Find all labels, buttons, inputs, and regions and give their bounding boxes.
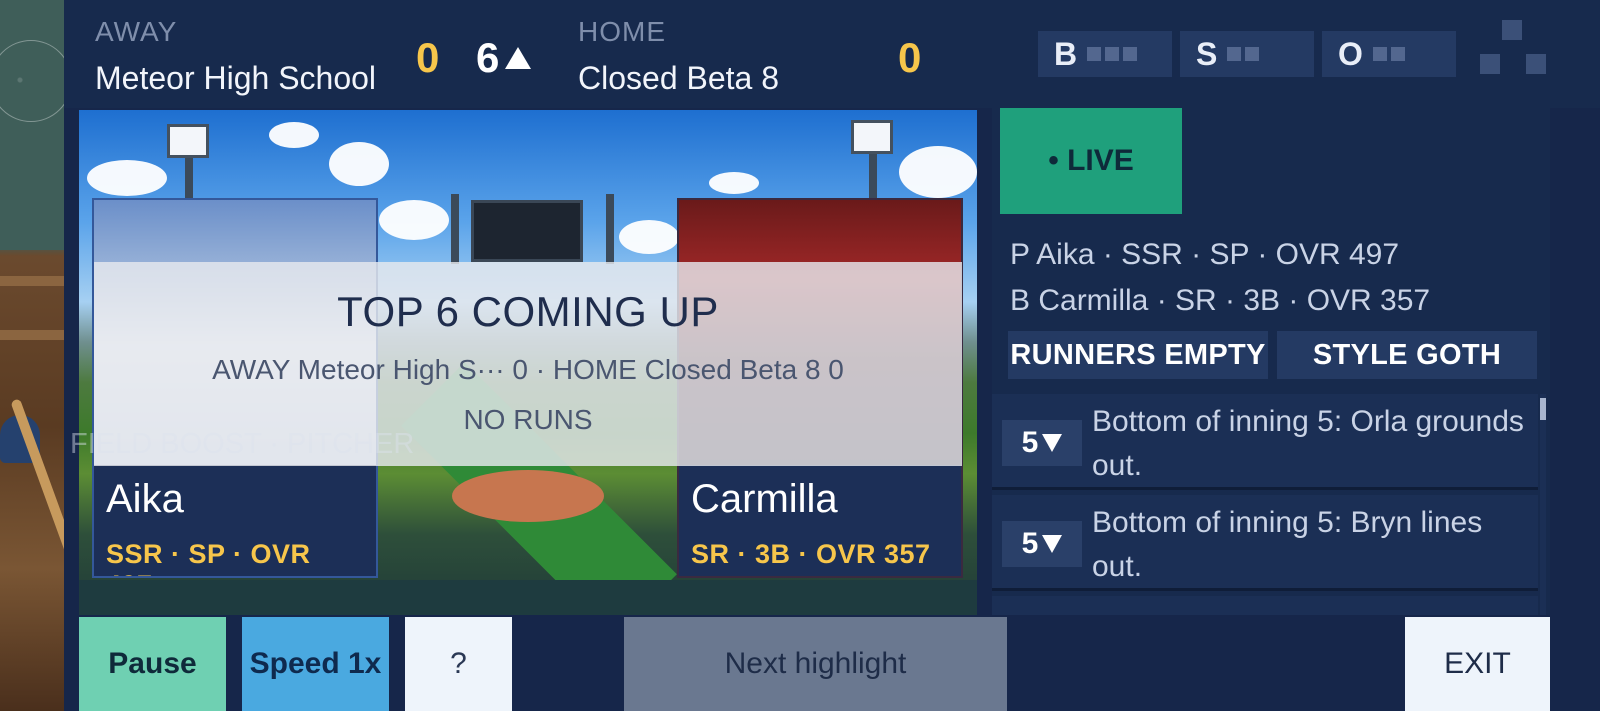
strike-pip bbox=[1227, 47, 1242, 61]
stadium-scoreboard bbox=[471, 200, 583, 262]
log-entry bbox=[992, 596, 1538, 615]
home-card-info: Carmilla SR · 3B · OVR 357 bbox=[679, 465, 961, 576]
shelf bbox=[0, 276, 64, 286]
cloud bbox=[269, 122, 319, 148]
log-text: Bottom of inning 5: Orla grounds out. bbox=[1092, 405, 1524, 482]
third-base-icon bbox=[1480, 54, 1500, 74]
play-log[interactable]: 5 Bottom of inning 5: Orla grounds out. … bbox=[992, 394, 1540, 615]
home-player-stats: SR · 3B · OVR 357 bbox=[691, 539, 931, 569]
game-screen: AWAY Meteor High School 0 6 HOME Closed … bbox=[64, 0, 1600, 711]
background-room-edge bbox=[0, 0, 64, 711]
chalkboard-image bbox=[0, 0, 64, 250]
outs-pips bbox=[1372, 47, 1405, 61]
away-card-info: Aika SSR · SP · OVR 497 bbox=[94, 465, 376, 576]
out-pip bbox=[1372, 47, 1387, 61]
stadium-stage: Aika SSR · SP · OVR 497 Carmilla SR · 3B… bbox=[79, 110, 977, 615]
cloud bbox=[87, 160, 167, 196]
log-entry: 5 Bottom of inning 5: Bryn lines out. bbox=[992, 495, 1538, 591]
outs-count: O bbox=[1322, 31, 1456, 77]
shelf bbox=[0, 330, 64, 340]
stadium-light bbox=[851, 120, 893, 154]
cloud bbox=[619, 220, 679, 254]
exit-button[interactable]: EXIT bbox=[1405, 617, 1550, 711]
ball-pip bbox=[1123, 47, 1138, 61]
strikes-pips bbox=[1227, 47, 1260, 61]
cloud bbox=[899, 146, 977, 198]
stadium-light bbox=[167, 124, 209, 158]
away-score: 0 bbox=[416, 34, 440, 81]
first-base-icon bbox=[1526, 54, 1546, 74]
away-team-name: Meteor High School bbox=[95, 60, 377, 96]
log-inning-badge: 5 bbox=[1002, 420, 1082, 466]
cloud bbox=[379, 200, 449, 240]
overlay-title: TOP 6 COMING UP bbox=[337, 288, 719, 335]
strikes-count: S bbox=[1180, 31, 1314, 77]
speed-button[interactable]: Speed 1x bbox=[242, 617, 389, 711]
field-boost-label: FIELD BOOST · PITCHER bbox=[70, 428, 415, 460]
next-highlight-button[interactable]: Next highlight bbox=[624, 617, 1007, 711]
second-base-icon bbox=[1502, 20, 1522, 40]
log-inning-badge: 5 bbox=[1002, 521, 1082, 567]
ball-pip bbox=[1105, 47, 1120, 61]
log-inning-number: 5 bbox=[1021, 527, 1039, 560]
batter-line: B Carmilla · SR · 3B · OVR 357 bbox=[1010, 284, 1431, 317]
balls-count: B bbox=[1038, 31, 1172, 77]
bottom-inning-arrow-icon bbox=[1042, 535, 1063, 553]
scrollbar-thumb[interactable] bbox=[1540, 398, 1546, 420]
help-button[interactable]: ? bbox=[405, 617, 512, 711]
log-text: Bottom of inning 5: Bryn lines out. bbox=[1092, 506, 1483, 583]
stands bbox=[79, 580, 977, 615]
home-player-name: Carmilla bbox=[691, 477, 838, 521]
scoreboard-header: AWAY Meteor High School 0 6 HOME Closed … bbox=[64, 0, 1600, 108]
inning-indicator: 6 bbox=[476, 34, 532, 82]
away-player-stats: SSR · SP · OVR 497 bbox=[106, 539, 311, 576]
cloud bbox=[709, 172, 759, 194]
live-panel: • LIVE P Aika · SSR · SP · OVR 497 B Car… bbox=[992, 108, 1550, 615]
runners-tag: RUNNERS EMPTY bbox=[1008, 331, 1268, 379]
home-team-name: Closed Beta 8 bbox=[578, 60, 780, 96]
light-tower bbox=[606, 194, 614, 264]
log-inning-number: 5 bbox=[1021, 426, 1039, 459]
log-scrollbar[interactable] bbox=[1540, 394, 1546, 615]
overlay-score-line: AWAY Meteor High S··· 0 · HOME Closed Be… bbox=[212, 354, 844, 385]
log-entry: 5 Bottom of inning 5: Orla grounds out. bbox=[992, 394, 1538, 490]
strikes-label: S bbox=[1196, 35, 1218, 72]
away-tag: AWAY bbox=[95, 16, 178, 47]
strike-pip bbox=[1245, 47, 1260, 61]
out-pip bbox=[1390, 47, 1405, 61]
bottom-inning-arrow-icon bbox=[1042, 434, 1063, 452]
home-score: 0 bbox=[898, 34, 922, 81]
live-indicator: • LIVE bbox=[1000, 108, 1182, 214]
cloud bbox=[329, 142, 389, 186]
pause-button[interactable]: Pause bbox=[79, 617, 226, 711]
inning-number: 6 bbox=[476, 34, 500, 81]
away-player-name: Aika bbox=[106, 477, 184, 521]
light-tower bbox=[451, 194, 459, 264]
pitcher-line: P Aika · SSR · SP · OVR 497 bbox=[1010, 238, 1400, 271]
ball-pip bbox=[1087, 47, 1102, 61]
top-inning-arrow-icon bbox=[505, 47, 532, 69]
live-label: • LIVE bbox=[1048, 144, 1134, 177]
style-tag: STYLE GOTH bbox=[1277, 331, 1537, 379]
home-plate-dirt bbox=[452, 470, 604, 522]
balls-label: B bbox=[1054, 35, 1078, 72]
outs-label: O bbox=[1338, 35, 1363, 72]
home-tag: HOME bbox=[578, 16, 666, 47]
balls-pips bbox=[1087, 47, 1138, 61]
